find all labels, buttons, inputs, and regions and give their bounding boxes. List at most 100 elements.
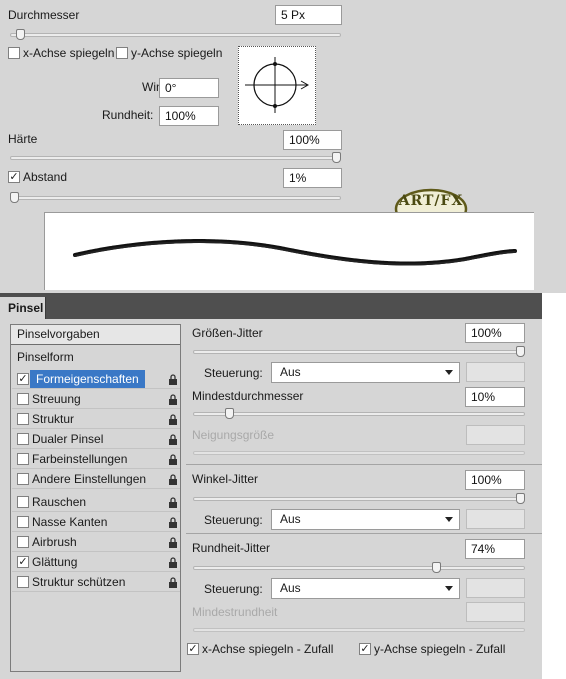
angle-jitter-slider-thumb[interactable] (516, 493, 525, 504)
control-label-roundness: Steuerung: (204, 582, 263, 596)
roundness-jitter-field[interactable]: 74% (465, 539, 525, 559)
brush-option-label: Struktur schützen (32, 575, 126, 589)
control-field-size (466, 362, 525, 382)
angle-roundness-preview[interactable] (238, 46, 316, 125)
lock-icon[interactable] (168, 413, 178, 425)
lock-icon[interactable] (168, 496, 178, 508)
tab-pinsel[interactable]: Pinsel (0, 297, 46, 319)
brush-option-label: Glättung (32, 555, 78, 569)
min-diameter-label: Mindestdurchmesser (192, 389, 304, 403)
control-select-size[interactable]: Aus (271, 362, 460, 383)
list-divider (12, 388, 180, 389)
list-divider (12, 591, 180, 592)
roundness-label: Rundheit: (102, 108, 154, 122)
spacing-slider-thumb[interactable] (10, 192, 19, 203)
canvas-edge (542, 293, 566, 679)
flip-y-label: y-Achse spiegeln (131, 46, 223, 60)
brush-option-checkbox[interactable] (17, 516, 29, 528)
angle-jitter-label: Winkel-Jitter (192, 472, 259, 486)
lock-icon[interactable] (168, 556, 178, 568)
lock-icon[interactable] (168, 433, 178, 445)
size-jitter-slider-thumb[interactable] (516, 346, 525, 357)
control-select-size-value: Aus (280, 365, 301, 379)
size-jitter-slider-track[interactable] (193, 350, 525, 354)
brush-option-checkbox[interactable] (17, 496, 29, 508)
brush-option-item[interactable]: Farbeinstellungen (12, 450, 180, 468)
hardness-slider-track[interactable] (10, 156, 341, 160)
size-jitter-label: Größen-Jitter (192, 326, 263, 340)
angle-jitter-field[interactable]: 100% (465, 470, 525, 490)
brush-option-item[interactable]: Nasse Kanten (12, 513, 180, 531)
control-select-angle[interactable]: Aus (271, 509, 460, 530)
lock-icon[interactable] (168, 473, 178, 485)
spacing-slider-track[interactable] (10, 196, 341, 200)
min-roundness-field (466, 602, 525, 622)
brush-tip-shape-header[interactable]: Pinselform (17, 350, 74, 364)
control-select-roundness[interactable]: Aus (271, 578, 460, 599)
brush-option-item[interactable]: Rauschen (12, 493, 180, 511)
flip-y-checkbox[interactable] (116, 47, 128, 59)
brush-option-item[interactable]: Streuung (12, 390, 180, 408)
diameter-slider-thumb[interactable] (16, 29, 26, 40)
flip-x-label: x-Achse spiegeln (23, 46, 115, 60)
min-diameter-field[interactable]: 10% (465, 387, 525, 407)
brush-option-label: Formeigenschaften (30, 370, 145, 388)
min-diameter-slider-track[interactable] (193, 412, 525, 416)
divider (186, 533, 542, 534)
brush-option-item[interactable]: Struktur (12, 410, 180, 428)
panel-tab-bar (0, 295, 542, 319)
brush-option-checkbox[interactable] (17, 433, 29, 445)
brush-option-item[interactable]: Airbrush (12, 533, 180, 551)
watermark-title: ART/FX (398, 193, 464, 209)
spacing-field[interactable]: 1% (283, 168, 342, 188)
list-divider (12, 408, 180, 409)
control-select-angle-value: Aus (280, 512, 301, 526)
tilt-scale-label: Neigungsgröße (192, 428, 275, 442)
lock-icon[interactable] (168, 536, 178, 548)
flip-x-checkbox[interactable] (8, 47, 20, 59)
hardness-slider-thumb[interactable] (332, 152, 341, 163)
brush-option-item[interactable]: Andere Einstellungen (12, 470, 180, 488)
size-jitter-field[interactable]: 100% (465, 323, 525, 343)
control-label-size: Steuerung: (204, 366, 263, 380)
brush-option-checkbox[interactable] (17, 576, 29, 588)
list-divider (12, 511, 180, 512)
list-divider (12, 488, 180, 489)
brush-option-checkbox[interactable] (17, 413, 29, 425)
roundness-field[interactable]: 100% (159, 106, 219, 126)
roundness-jitter-slider-track[interactable] (193, 566, 525, 570)
brush-option-checkbox[interactable] (17, 536, 29, 548)
flip-y-jitter-checkbox[interactable]: ✓ (359, 643, 371, 655)
lock-icon[interactable] (168, 576, 178, 588)
hardness-field[interactable]: 100% (283, 130, 342, 150)
hardness-label: Härte (8, 132, 38, 146)
brush-option-checkbox[interactable] (17, 473, 29, 485)
lock-icon[interactable] (168, 393, 178, 405)
lock-icon[interactable] (168, 373, 178, 385)
flip-x-jitter-checkbox[interactable]: ✓ (187, 643, 199, 655)
brush-option-item[interactable]: Dualer Pinsel (12, 430, 180, 448)
roundness-jitter-slider-thumb[interactable] (432, 562, 442, 573)
lock-icon[interactable] (168, 453, 178, 465)
angle-jitter-slider-track[interactable] (193, 497, 525, 501)
chevron-down-icon (445, 517, 453, 522)
spacing-checkbox[interactable]: ✓ (8, 171, 20, 183)
brush-option-label: Dualer Pinsel (32, 432, 104, 446)
tilt-scale-field (466, 425, 525, 445)
brush-option-checkbox[interactable]: ✓ (17, 556, 29, 568)
min-diameter-slider-thumb[interactable] (225, 408, 235, 419)
brush-option-checkbox[interactable] (17, 393, 29, 405)
diameter-slider-track[interactable] (10, 33, 341, 37)
chevron-down-icon (445, 370, 453, 375)
brush-presets-button[interactable]: Pinselvorgaben (11, 325, 180, 345)
lock-icon[interactable] (168, 516, 178, 528)
brush-option-checkbox[interactable] (17, 453, 29, 465)
list-divider (12, 448, 180, 449)
angle-field[interactable]: 0° (159, 78, 219, 98)
brush-option-item[interactable]: ✓ Glättung (12, 553, 180, 571)
brush-option-item[interactable]: Struktur schützen (12, 573, 180, 591)
brush-option-item[interactable]: ✓ Formeigenschaften (12, 370, 180, 388)
min-roundness-label: Mindestrundheit (192, 605, 278, 619)
diameter-field[interactable]: 5 Px (275, 5, 342, 25)
brush-option-checkbox[interactable]: ✓ (17, 373, 29, 385)
